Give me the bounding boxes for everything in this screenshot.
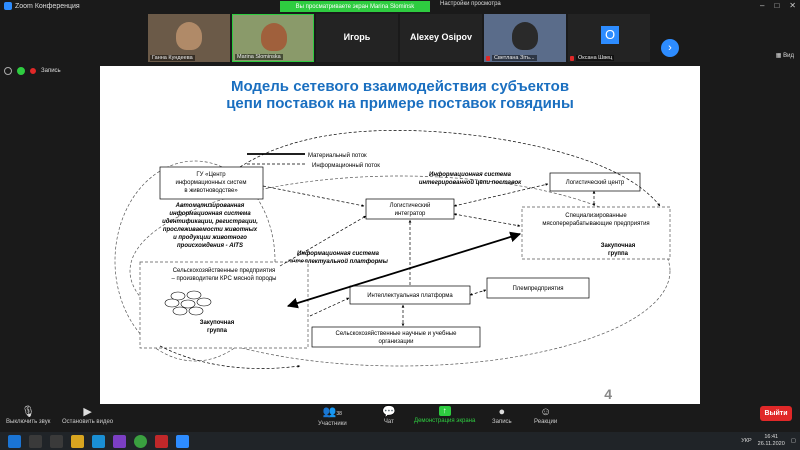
language-indicator[interactable]: УКР [741,438,751,444]
participant-name: Светлана Зiть... [492,55,537,61]
participant-name: Alexey Osipov [409,32,473,42]
file-explorer-icon[interactable] [71,434,84,448]
participant-tile[interactable]: Игорь [316,14,398,62]
opera-icon[interactable] [155,434,168,448]
participant-name: Marina Slominska [235,54,283,60]
close-icon[interactable]: ✕ [789,1,796,10]
muted-icon [486,56,490,61]
chrome-icon[interactable] [134,434,147,448]
svg-text:информационных систем: информационных систем [176,180,247,186]
muted-icon [570,56,574,61]
info-icon[interactable] [4,67,12,75]
view-options-button[interactable]: Настройки просмотра [440,1,501,7]
sharing-banner: Вы просматриваете экран Marina Slominsk [280,1,430,12]
svg-text:интегрированной цепи поставок: интегрированной цепи поставок [419,179,522,186]
slide-page-number: 4 [604,386,612,402]
shared-screen: Модель сетевого взаимодействия субъектов… [100,66,700,404]
system-tray: УКР 16:41 26.11.2020 ▢ [741,432,796,450]
svg-text:– производители КРС мясной пор: – производители КРС мясной породы [172,275,277,282]
windows-taskbar [0,432,800,450]
record-icon: ● [498,406,506,418]
participant-tile[interactable]: Светлана Зiть... [484,14,566,62]
microphone-icon: 🎙 [21,406,36,418]
maximize-icon[interactable]: □ [774,1,779,10]
svg-text:и продукции животного: и продукции животного [173,235,247,241]
svg-text:происхождения - AITS: происхождения - AITS [177,243,243,249]
svg-text:Автоматизированная: Автоматизированная [175,203,245,209]
participant-video [512,22,538,50]
aits-label: Автоматизированная информационная систем… [162,203,258,249]
legend-info-label: Информационный поток [312,162,380,169]
share-screen-button[interactable]: ↑ Демонстрация экрана [414,406,475,424]
task-view-icon[interactable] [50,434,63,448]
participant-tile[interactable]: О Оксана Швец [568,14,650,62]
edge-browser-icon[interactable] [92,434,105,448]
svg-text:Интеллектуальная платформа: Интеллектуальная платформа [367,293,453,299]
svg-text:Логистический центр: Логистический центр [566,179,625,186]
svg-text:Сельскохозяйственные научные и: Сельскохозяйственные научные и учебные [336,330,458,337]
window-controls: – □ ✕ [760,1,796,10]
app-icon[interactable] [113,434,126,448]
mute-button[interactable]: 🎙 Выключить звук [6,406,50,425]
svg-text:информационная система: информационная система [169,210,251,217]
svg-text:интегратор: интегратор [395,211,426,217]
svg-text:организации: организации [379,339,414,345]
chat-button[interactable]: 💬 Чат [382,406,396,425]
zoom-taskbar-icon[interactable] [176,434,189,448]
reactions-icon: ☺ [539,406,552,418]
svg-text:мясоперерабатывающие предприят: мясоперерабатывающие предприятия [542,221,649,227]
svg-text:Закупочная: Закупочная [601,243,636,249]
svg-text:группа: группа [207,328,228,334]
record-label: Запись [41,68,61,74]
svg-text:идентификации, регистрации,: идентификации, регистрации, [162,218,258,225]
participants-icon: 👥38 [322,406,342,418]
participant-initial-avatar: О [601,26,619,44]
supply-chain-diagram: Материальный поток Информационный поток … [114,130,671,369]
svg-text:Сельскохозяйственные предприят: Сельскохозяйственные предприятия [173,267,276,274]
svg-text:Информационная система: Информационная система [429,171,512,178]
gallery-next-arrow-icon[interactable]: › [661,39,679,57]
share-screen-icon: ↑ [438,406,451,416]
leave-meeting-button[interactable]: Выйти [760,406,792,421]
svg-text:в животноводстве»: в животноводстве» [184,188,238,194]
notifications-icon[interactable]: ▢ [791,438,796,444]
windows-start-icon[interactable] [8,434,21,448]
svg-text:прослеживаемости животных: прослеживаемости животных [163,227,258,233]
record-button[interactable]: ● Запись [492,406,512,425]
participant-name: Игорь [343,32,371,42]
record-indicator-icon [30,68,36,74]
participant-tile-active-speaker[interactable]: Marina Slominska [232,14,314,62]
legend-material-label: Материальный поток [308,152,367,159]
search-icon[interactable] [29,434,42,448]
participant-tile[interactable]: Ганна Кундеева [148,14,230,62]
svg-text:Закупочная: Закупочная [200,320,235,326]
clock[interactable]: 16:41 26.11.2020 [758,434,785,448]
svg-text:Специализированные: Специализированные [565,213,627,219]
participant-video [176,22,202,50]
participant-gallery: Ганна Кундеева Marina Slominska Игорь Al… [0,12,800,64]
svg-text:Племпредприятия: Племпредприятия [512,286,563,292]
encryption-shield-icon[interactable] [17,67,25,75]
meeting-status-bar: Запись [4,67,61,75]
minimize-icon[interactable]: – [760,1,764,10]
view-button[interactable]: ▦ Вид [776,52,794,59]
svg-text:группа: группа [608,251,629,257]
farms-box [139,261,309,349]
participant-video [261,23,287,51]
reactions-button[interactable]: ☺ Реакции [534,406,557,425]
meeting-toolbar: 🎙 Выключить звук ▶ Остановить видео 👥38 … [0,404,800,432]
participants-button[interactable]: 👥38 Участники [318,406,347,427]
camera-icon: ▶ [83,406,92,418]
stop-video-button[interactable]: ▶ Остановить видео [62,406,113,425]
zoom-logo-icon [4,2,12,10]
participant-name: Оксана Швец [576,55,615,61]
chat-icon: 💬 [382,406,396,418]
participant-tile[interactable]: Alexey Osipov [400,14,482,62]
svg-text:Логистический: Логистический [390,202,431,209]
participant-name: Ганна Кундеева [150,55,195,61]
svg-text:Информационная система: Информационная система [297,250,380,257]
window-title: Zoom Конференция [15,2,80,10]
svg-text:ГУ «Центр: ГУ «Центр [196,172,226,178]
